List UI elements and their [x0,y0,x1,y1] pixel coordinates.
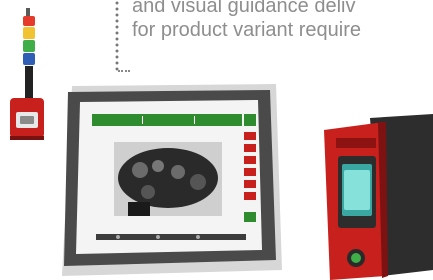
intro-text: and visual guidance deliv for product va… [132,0,433,42]
intro-line-2: for product variant require [132,19,362,41]
stack-light-scanner-image [0,0,60,160]
intro-line-1: and visual guidance deliv [132,0,356,17]
touchscreen-hmi-image [58,82,283,278]
handheld-terminal-image [312,112,433,280]
connector-line [118,70,130,72]
dotted-divider [115,0,119,72]
